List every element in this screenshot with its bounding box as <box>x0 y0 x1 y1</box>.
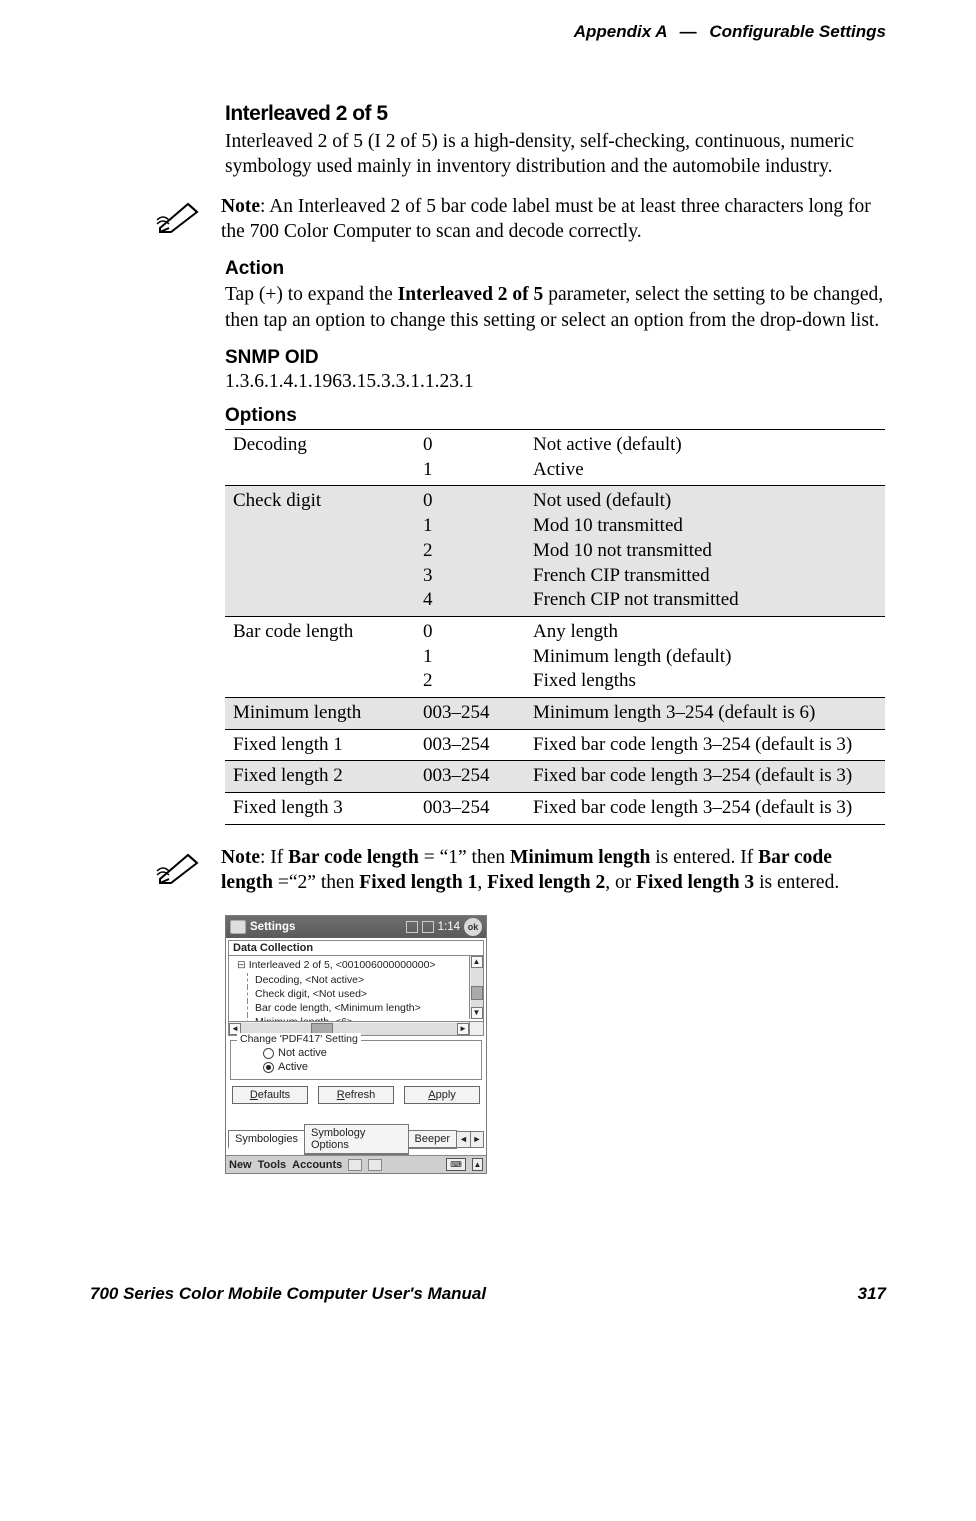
note-icon <box>155 198 203 241</box>
options-table: Decoding 0 1 Not active (default) Active… <box>225 429 885 825</box>
table-row: Fixed length 1 003–254 Fixed bar code le… <box>225 729 885 761</box>
tree-item[interactable]: Check digit, <Not used> <box>237 987 480 1001</box>
snmp-heading: SNMP OID <box>225 347 886 369</box>
toolbar-icon[interactable] <box>368 1159 382 1171</box>
opt-codes: 0 1 2 3 4 <box>415 486 525 616</box>
opt-desc: Fixed bar code length 3–254 (default is … <box>525 793 885 825</box>
table-row: Bar code length 0 1 2 Any length Minimum… <box>225 616 885 697</box>
menu-accounts[interactable]: Accounts <box>292 1159 342 1171</box>
defaults-button[interactable]: Defaults <box>232 1086 308 1104</box>
table-row: Decoding 0 1 Not active (default) Active <box>225 430 885 486</box>
sip-keyboard-icon[interactable]: ⌨ <box>446 1158 466 1171</box>
note-2-text: Note: If Bar code length = “1” then Mini… <box>221 845 886 896</box>
refresh-button[interactable]: Refresh <box>318 1086 394 1104</box>
scroll-down-button[interactable]: ▼ <box>471 1007 483 1019</box>
opt-desc: Fixed bar code length 3–254 (default is … <box>525 729 885 761</box>
device-screenshot: Settings 1:14 ok Data Collection Interle… <box>225 915 487 1174</box>
snmp-oid: 1.3.6.1.4.1.1963.15.3.3.1.1.23.1 <box>225 371 886 393</box>
opt-codes: 0 1 2 <box>415 616 525 697</box>
device-menubar: New Tools Accounts ⌨ ▲ <box>226 1155 486 1173</box>
start-icon[interactable] <box>230 920 246 934</box>
scroll-corner <box>469 1021 483 1035</box>
note-icon <box>155 849 203 892</box>
connectivity-icon[interactable] <box>406 921 418 933</box>
footer-manual: 700 Series Color Mobile Computer User's … <box>90 1284 486 1304</box>
toolbar-icon[interactable] <box>348 1159 362 1171</box>
tree-item[interactable]: Bar code length, <Minimum length> <box>237 1001 480 1015</box>
menu-new[interactable]: New <box>229 1159 252 1171</box>
opt-codes: 003–254 <box>415 761 525 793</box>
panel-title: Change 'PDF417' Setting <box>237 1033 361 1045</box>
radio-icon[interactable] <box>263 1062 274 1073</box>
footer-page: 317 <box>858 1284 886 1304</box>
device-title: Settings <box>250 921 295 933</box>
options-heading: Options <box>225 405 886 427</box>
sip-menu-up-icon[interactable]: ▲ <box>472 1158 483 1171</box>
opt-name: Decoding <box>225 430 415 486</box>
tab-scroll-left-button[interactable]: ◄ <box>457 1132 470 1147</box>
change-setting-panel: Change 'PDF417' Setting Not active Activ… <box>230 1040 482 1080</box>
note-1-label: Note <box>221 196 260 217</box>
opt-desc: Not active (default) Active <box>525 430 885 486</box>
apply-button[interactable]: Apply <box>404 1086 480 1104</box>
opt-desc: Fixed bar code length 3–254 (default is … <box>525 761 885 793</box>
ok-button[interactable]: ok <box>464 918 482 936</box>
opt-desc: Not used (default) Mod 10 transmitted Mo… <box>525 486 885 616</box>
menu-tools[interactable]: Tools <box>258 1159 287 1171</box>
action-heading: Action <box>225 258 886 280</box>
note-1-text: Note: An Interleaved 2 of 5 bar code lab… <box>221 194 886 245</box>
tree-view[interactable]: Interleaved 2 of 5, <001006000000000> De… <box>228 956 484 1036</box>
opt-name: Minimum length <box>225 697 415 729</box>
opt-desc: Any length Minimum length (default) Fixe… <box>525 616 885 697</box>
tree-item[interactable]: Decoding, <Not active> <box>237 973 480 987</box>
table-row: Check digit 0 1 2 3 4 Not used (default)… <box>225 486 885 616</box>
running-header: Appendix A — Configurable Settings <box>90 22 886 42</box>
tab-scroll-right-button[interactable]: ► <box>470 1132 483 1147</box>
header-title: Configurable Settings <box>709 22 886 41</box>
opt-codes: 003–254 <box>415 697 525 729</box>
opt-codes: 003–254 <box>415 729 525 761</box>
clock: 1:14 <box>438 921 460 933</box>
tree-root[interactable]: Interleaved 2 of 5, <001006000000000> <box>237 958 480 972</box>
tab-strip: Symbologies Symbology Options Beeper ◄ ► <box>228 1124 484 1155</box>
opt-name: Fixed length 1 <box>225 729 415 761</box>
group-title: Data Collection <box>228 940 484 956</box>
opt-codes: 0 1 <box>415 430 525 486</box>
volume-icon[interactable] <box>422 921 434 933</box>
header-appendix: Appendix A <box>574 22 667 41</box>
opt-desc: Minimum length 3–254 (default is 6) <box>525 697 885 729</box>
opt-codes: 003–254 <box>415 793 525 825</box>
vertical-scrollbar[interactable]: ▲ ▼ <box>469 956 483 1019</box>
tab-beeper[interactable]: Beeper <box>408 1130 457 1149</box>
radio-active[interactable]: Active <box>263 1061 475 1073</box>
tab-symbologies[interactable]: Symbologies <box>228 1130 305 1149</box>
table-row: Fixed length 2 003–254 Fixed bar code le… <box>225 761 885 793</box>
opt-name: Fixed length 2 <box>225 761 415 793</box>
opt-name: Fixed length 3 <box>225 793 415 825</box>
radio-icon[interactable] <box>263 1048 274 1059</box>
header-dash: — <box>672 22 705 41</box>
scroll-up-button[interactable]: ▲ <box>471 956 483 968</box>
scroll-right-button[interactable]: ► <box>457 1023 469 1035</box>
table-row: Fixed length 3 003–254 Fixed bar code le… <box>225 793 885 825</box>
section-title: Interleaved 2 of 5 <box>225 102 886 126</box>
opt-name: Check digit <box>225 486 415 616</box>
section-intro: Interleaved 2 of 5 (I 2 of 5) is a high-… <box>225 129 886 180</box>
table-row: Minimum length 003–254 Minimum length 3–… <box>225 697 885 729</box>
action-text: Tap (+) to expand the Interleaved 2 of 5… <box>225 282 886 333</box>
device-titlebar: Settings 1:14 ok <box>226 916 486 938</box>
tab-symbology-options[interactable]: Symbology Options <box>304 1124 409 1155</box>
opt-name: Bar code length <box>225 616 415 697</box>
radio-not-active[interactable]: Not active <box>263 1047 475 1059</box>
scroll-thumb[interactable] <box>471 986 483 1000</box>
